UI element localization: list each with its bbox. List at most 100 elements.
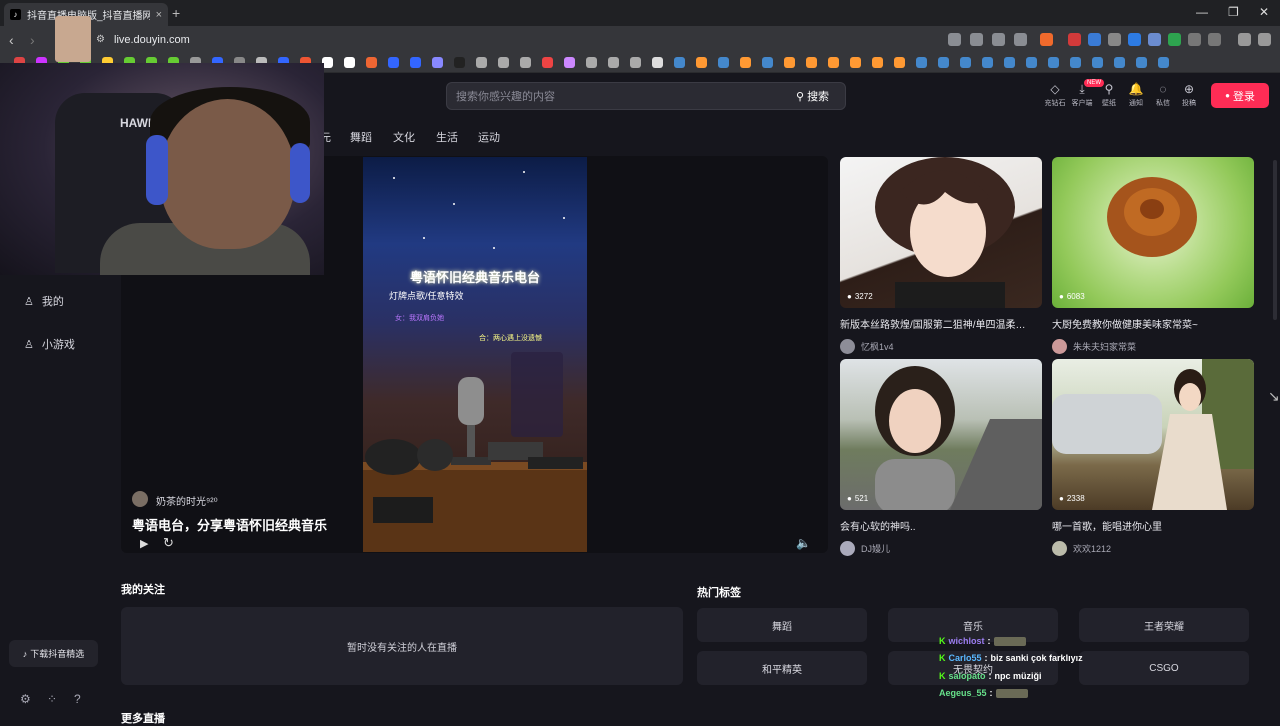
bookmark-icon[interactable] [366, 57, 377, 68]
scrollbar[interactable] [1273, 160, 1277, 320]
extension-icon[interactable] [1168, 33, 1181, 46]
live-thumbnail[interactable]: ● 2338 [1052, 359, 1254, 510]
bookmark-icon[interactable] [586, 57, 597, 68]
bookmark-icon[interactable] [1092, 57, 1103, 68]
help-icon[interactable]: ? [74, 692, 81, 706]
apps-grid-icon[interactable]: ⁘ [47, 692, 57, 706]
bookmark-icon[interactable] [828, 57, 839, 68]
forward-icon[interactable]: › [30, 32, 35, 48]
live-card-author[interactable]: 朱朱夫妇家常菜 [1052, 339, 1254, 354]
live-card-title[interactable]: 新版本丝路敦煌/国服第二狙神/单四温柔… [840, 316, 1042, 331]
bookmark-icon[interactable] [344, 57, 355, 68]
live-thumbnail[interactable]: ● 521 [840, 359, 1042, 510]
back-icon[interactable]: ‹ [9, 32, 14, 48]
login-button[interactable]: ● 登录 [1211, 83, 1269, 108]
bookmark-icon[interactable] [1070, 57, 1081, 68]
bookmark-icon[interactable] [454, 57, 465, 68]
live-card-title[interactable]: 哪一首歌，能唱进你心里 [1052, 518, 1254, 533]
bookmark-icon[interactable] [806, 57, 817, 68]
live-card[interactable]: ● 6083 大厨免费教你做健康美味家常菜~ 朱朱夫妇家常菜 [1052, 157, 1254, 354]
live-card-author[interactable]: DJ嫚儿 [840, 541, 1042, 556]
bookmark-icon[interactable] [520, 57, 531, 68]
live-card[interactable]: ● 3272 新版本丝路敦煌/国服第二狙神/单四温柔… 忆枫1v4 [840, 157, 1042, 354]
live-card-title[interactable]: 会有心软的神吗.. [840, 518, 1042, 533]
bookmark-icon[interactable] [388, 57, 399, 68]
bookmark-icon[interactable] [762, 57, 773, 68]
tag-csgo[interactable]: CSGO [1079, 651, 1249, 685]
bookmark-icon[interactable] [542, 57, 553, 68]
bookmark-icon[interactable] [982, 57, 993, 68]
bookmark-icon[interactable] [1026, 57, 1037, 68]
extension-icon[interactable] [1068, 33, 1081, 46]
extension-icon[interactable] [1088, 33, 1101, 46]
live-thumbnail[interactable]: ● 6083 [1052, 157, 1254, 308]
submit-button[interactable]: ⊕ 投稿 [1172, 82, 1206, 108]
menu-icon[interactable] [1258, 33, 1271, 46]
bookmark-icon[interactable] [1114, 57, 1125, 68]
category-tab-dance[interactable]: 舞蹈 [350, 129, 372, 145]
bookmark-icon[interactable] [740, 57, 751, 68]
restore-button[interactable]: ❐ [1228, 5, 1239, 19]
bookmark-icon[interactable] [960, 57, 971, 68]
bookmark-icon[interactable] [652, 57, 663, 68]
bookmark-icon[interactable] [1004, 57, 1015, 68]
bookmark-icon[interactable] [938, 57, 949, 68]
extension-icon[interactable] [1128, 33, 1141, 46]
live-thumbnail[interactable]: ● 3272 [840, 157, 1042, 308]
bookmark-icon[interactable] [476, 57, 487, 68]
bookmark-icon[interactable] [784, 57, 795, 68]
extension-icon[interactable] [1148, 33, 1161, 46]
tag-dance[interactable]: 舞蹈 [697, 608, 867, 642]
bookmark-icon[interactable] [850, 57, 861, 68]
extensions-puzzle-icon[interactable] [1188, 33, 1201, 46]
sidebar-toggle-icon[interactable] [1208, 33, 1221, 46]
brave-shield-icon[interactable] [1040, 33, 1053, 46]
new-tab-button[interactable]: + [172, 5, 180, 21]
close-window-button[interactable]: ✕ [1259, 5, 1269, 19]
stream-title[interactable]: 粤语电台，分享粤语怀旧经典音乐 [132, 515, 327, 534]
play-icon[interactable]: ▶ [140, 537, 148, 550]
streamer-name[interactable]: 奶茶的时光⁹²⁰ [156, 493, 218, 508]
live-card-author[interactable]: 忆枫1v4 [840, 339, 1042, 354]
category-tab-sports[interactable]: 运动 [478, 129, 500, 145]
extension-icon[interactable] [1108, 33, 1121, 46]
site-settings-icon[interactable]: ⚙ [96, 34, 105, 45]
translate-icon[interactable] [970, 33, 983, 46]
url-field[interactable]: live.douyin.com [114, 34, 190, 46]
minimize-button[interactable]: — [1196, 5, 1208, 19]
tab-close-icon[interactable]: × [156, 9, 162, 21]
search-input[interactable]: 搜索你感兴趣的内容 [446, 82, 846, 110]
streamer-avatar[interactable] [132, 491, 148, 507]
bookmark-icon[interactable] [718, 57, 729, 68]
settings-icon[interactable]: ⚙ [20, 692, 31, 706]
bookmark-icon[interactable] [916, 57, 927, 68]
media-icon[interactable] [1238, 33, 1251, 46]
cast-icon[interactable] [992, 33, 1005, 46]
live-card-title[interactable]: 大厨免费教你做健康美味家常菜~ [1052, 316, 1254, 331]
bookmark-icon[interactable] [696, 57, 707, 68]
bookmark-icon[interactable] [1158, 57, 1169, 68]
live-card[interactable]: ● 521 会有心软的神吗.. DJ嫚儿 [840, 359, 1042, 556]
bookmark-icon[interactable] [564, 57, 575, 68]
sidebar-item-minigames[interactable]: ♙ 小游戏 [24, 336, 75, 352]
toolbar-icon[interactable] [948, 33, 961, 46]
bookmark-icon[interactable] [432, 57, 443, 68]
bookmark-icon[interactable] [498, 57, 509, 68]
live-video-frame[interactable]: 粤语怀旧经典音乐电台 灯牌点歌/任意特效 女：我双肩负她 合：两心遇上没遗憾 [363, 157, 587, 552]
bookmark-icon[interactable] [1136, 57, 1147, 68]
bookmark-icon[interactable] [1048, 57, 1059, 68]
search-button[interactable]: ⚲ 搜索 [796, 83, 829, 109]
category-tab-culture[interactable]: 文化 [393, 129, 415, 145]
bookmark-icon[interactable] [674, 57, 685, 68]
refresh-icon[interactable]: ↻ [163, 535, 174, 551]
bookmark-icon[interactable] [410, 57, 421, 68]
category-tab-life[interactable]: 生活 [436, 129, 458, 145]
bookmark-icon[interactable] [608, 57, 619, 68]
live-card[interactable]: ● 2338 哪一首歌，能唱进你心里 欢欢1212 [1052, 359, 1254, 556]
download-app-button[interactable]: ♪ 下载抖音精选 [9, 640, 98, 667]
next-arrow-icon[interactable]: ↘ [1268, 388, 1280, 405]
sidebar-item-mine[interactable]: ♙ 我的 [24, 293, 64, 309]
bookmark-icon[interactable] [630, 57, 641, 68]
share-icon[interactable] [1014, 33, 1027, 46]
tag-honor-of-kings[interactable]: 王者荣耀 [1079, 608, 1249, 642]
